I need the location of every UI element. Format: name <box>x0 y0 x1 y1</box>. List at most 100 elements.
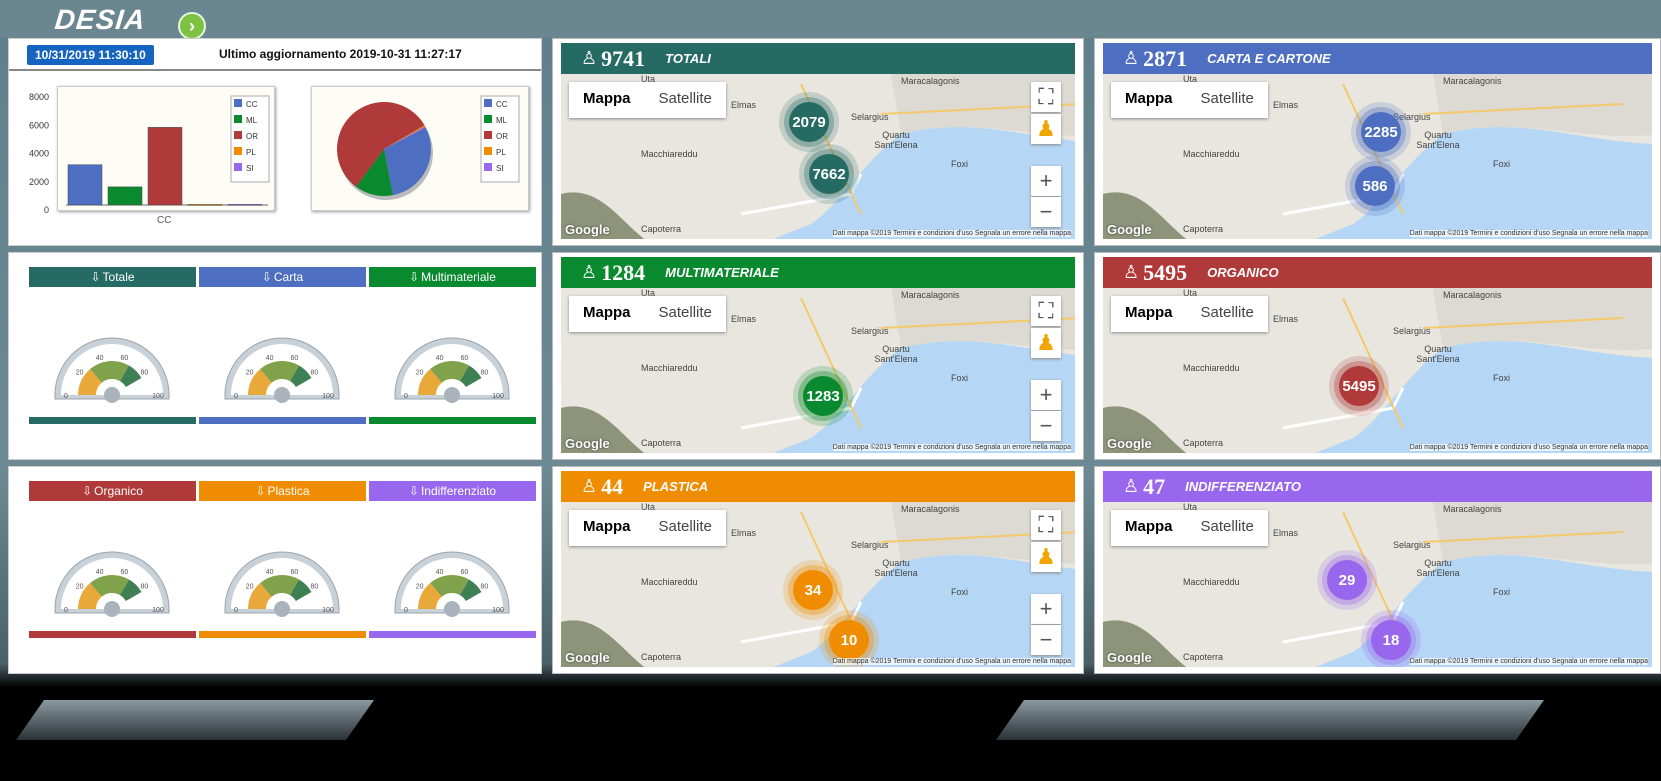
map-cluster[interactable]: 7662 <box>809 154 849 194</box>
map-panel-plastica: ♙ 44 PLASTICA Uta Maracalagonis Elmas Se… <box>552 466 1084 674</box>
map-canvas[interactable]: Uta Maracalagonis Elmas Selargius Quartu… <box>561 74 1075 239</box>
map-footer[interactable]: Dati mappa ©2019 Termini e condizioni d'… <box>832 658 1071 665</box>
gauge-dial: 0 20 40 60 80 100 <box>394 337 510 403</box>
fullscreen-icon[interactable]: ⛶ <box>1031 82 1061 112</box>
map-footer[interactable]: Dati mappa ©2019 Termini e condizioni d'… <box>1409 444 1648 451</box>
gauge-tick-label: 60 <box>120 355 128 362</box>
y-tick-label: 0 <box>44 205 49 215</box>
gauge-tick-label: 20 <box>246 583 254 590</box>
pegman-icon[interactable]: ♟ <box>1031 328 1061 358</box>
user-icon: ⇩ <box>408 484 419 498</box>
gauge-tick-label: 0 <box>404 393 408 400</box>
map-cluster[interactable]: 2285 <box>1361 112 1401 152</box>
gauge-bar <box>199 417 366 424</box>
map-footer[interactable]: Dati mappa ©2019 Termini e condizioni d'… <box>832 230 1071 237</box>
summary-panel: 10/31/2019 11:30:10 Ultimo aggiornamento… <box>8 38 542 246</box>
map-count: 1284 <box>601 259 646 285</box>
map-cluster[interactable]: 1283 <box>803 376 843 416</box>
map-canvas[interactable]: Uta Maracalagonis Elmas Selargius Quartu… <box>1103 288 1652 453</box>
map-type-toggle: Mappa Satellite <box>1111 296 1268 332</box>
map-count: 5495 <box>1143 259 1188 285</box>
gauge-tick-label: 80 <box>140 369 148 376</box>
map-type-mappa[interactable]: Mappa <box>569 296 645 332</box>
map-cluster[interactable]: 586 <box>1355 166 1395 206</box>
place-label: Elmas <box>731 528 757 538</box>
map-count: 47 <box>1143 473 1166 499</box>
place-label: Selargius <box>851 112 889 122</box>
gauge-dial: 0 20 40 60 80 100 <box>224 551 340 617</box>
legend-swatch <box>234 147 242 155</box>
gauge-tick-label: 60 <box>460 355 468 362</box>
map-footer[interactable]: Dati mappa ©2019 Termini e condizioni d'… <box>1409 658 1648 665</box>
gauge-tick-label: 100 <box>492 393 504 400</box>
map-cluster[interactable]: 5495 <box>1339 366 1379 406</box>
map-cluster[interactable]: 2079 <box>789 102 829 142</box>
map-cluster[interactable]: 18 <box>1371 620 1411 660</box>
map-title: MULTIMATERIALE <box>665 265 779 280</box>
map-footer[interactable]: Dati mappa ©2019 Termini e condizioni d'… <box>832 444 1071 451</box>
datetime-badge: 10/31/2019 11:30:10 <box>27 45 154 65</box>
map-cluster[interactable]: 29 <box>1327 560 1367 600</box>
map-type-satellite[interactable]: Satellite <box>645 510 726 546</box>
zoom-out-button[interactable]: − <box>1031 625 1061 655</box>
place-label: Selargius <box>1393 326 1431 336</box>
place-label: Foxi <box>951 373 969 383</box>
map-type-satellite[interactable]: Satellite <box>1187 296 1268 332</box>
map-type-mappa[interactable]: Mappa <box>569 82 645 118</box>
legend-label: PL <box>496 148 506 157</box>
legend-label: OR <box>496 132 508 141</box>
zoom-out-button[interactable]: − <box>1031 411 1061 441</box>
legend-label: ML <box>246 116 258 125</box>
map-cluster[interactable]: 34 <box>793 570 833 610</box>
place-label: Foxi <box>1493 373 1511 383</box>
y-tick-label: 8000 <box>29 92 49 102</box>
gauge-tick-label: 20 <box>416 369 424 376</box>
map-type-satellite[interactable]: Satellite <box>645 296 726 332</box>
map-type-mappa[interactable]: Mappa <box>1111 296 1187 332</box>
map-canvas[interactable]: Uta Maracalagonis Elmas Selargius Quartu… <box>1103 502 1652 667</box>
gauge-panel-1: ⇩ Totale 0 20 40 60 80 100 ⇩ Carta 0 20 40 60 80 100 ⇩ Mu… <box>8 252 542 460</box>
map-canvas[interactable]: Uta Maracalagonis Elmas Selargius Quartu… <box>1103 74 1652 239</box>
gauge: 0 20 40 60 80 100 <box>47 323 177 405</box>
fullscreen-icon[interactable]: ⛶ <box>1031 510 1061 540</box>
place-label: Selargius <box>1393 112 1431 122</box>
gauge-label: Totale <box>102 270 135 284</box>
gauge: 0 20 40 60 80 100 <box>387 323 517 405</box>
map-type-toggle: Mappa Satellite <box>1111 82 1268 118</box>
place-label: Selargius <box>851 540 889 550</box>
place-label: Quartu Sant'Elena <box>874 558 918 578</box>
map-type-mappa[interactable]: Mappa <box>569 510 645 546</box>
gauge-tick-label: 60 <box>290 569 298 576</box>
gauge: 0 20 40 60 80 100 <box>217 323 347 405</box>
map-type-satellite[interactable]: Satellite <box>1187 510 1268 546</box>
map-panel-multimateriale: ♙ 1284 MULTIMATERIALE Uta Maracalagonis … <box>552 252 1084 460</box>
place-label: Foxi <box>1493 587 1511 597</box>
google-logo: Google <box>565 650 610 665</box>
pegman-icon[interactable]: ♟ <box>1031 114 1061 144</box>
map-cluster[interactable]: 10 <box>829 620 869 660</box>
zoom-out-button[interactable]: − <box>1031 197 1061 227</box>
map-type-mappa[interactable]: Mappa <box>1111 510 1187 546</box>
map-canvas[interactable]: Uta Maracalagonis Elmas Selargius Quartu… <box>561 502 1075 667</box>
gauge-tick-label: 100 <box>152 607 164 614</box>
gauge-label: Indifferenziato <box>420 484 497 498</box>
map-canvas[interactable]: Uta Maracalagonis Elmas Selargius Quartu… <box>561 288 1075 453</box>
map-footer[interactable]: Dati mappa ©2019 Termini e condizioni d'… <box>1409 230 1648 237</box>
map-type-satellite[interactable]: Satellite <box>1187 82 1268 118</box>
place-label: Macchiareddu <box>1183 363 1240 373</box>
legend-swatch <box>234 115 242 123</box>
logo: DESIA <box>53 4 148 35</box>
user-icon: ♙ <box>581 476 598 496</box>
chevron-right-icon[interactable]: › <box>178 12 206 40</box>
pegman-icon[interactable]: ♟ <box>1031 542 1061 572</box>
place-label: Selargius <box>1393 540 1431 550</box>
place-label: Capoterra <box>1183 438 1224 448</box>
place-label: Elmas <box>731 100 757 110</box>
fullscreen-icon[interactable]: ⛶ <box>1031 296 1061 326</box>
zoom-in-button[interactable]: + <box>1031 166 1061 196</box>
map-type-mappa[interactable]: Mappa <box>1111 82 1187 118</box>
map-type-satellite[interactable]: Satellite <box>645 82 726 118</box>
place-label: Maracalagonis <box>901 76 960 86</box>
zoom-in-button[interactable]: + <box>1031 594 1061 624</box>
zoom-in-button[interactable]: + <box>1031 380 1061 410</box>
